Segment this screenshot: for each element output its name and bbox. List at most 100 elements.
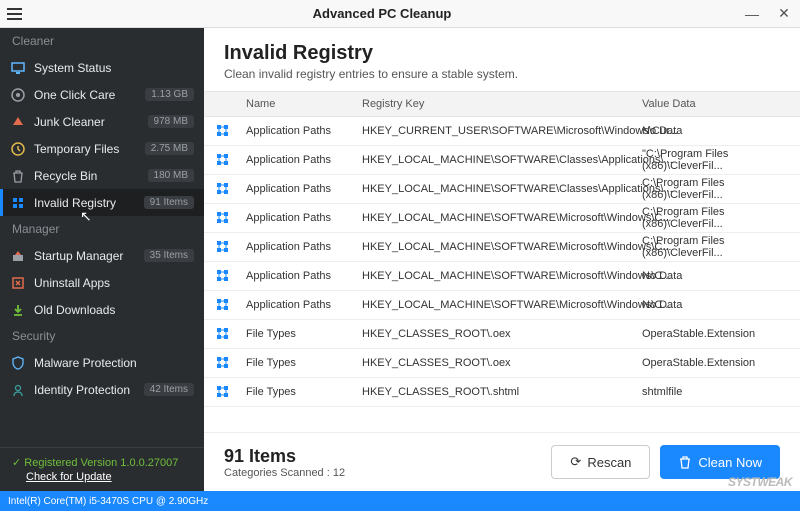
row-name: Application Paths bbox=[242, 212, 362, 224]
row-key: HKEY_CLASSES_ROOT\.oex bbox=[362, 328, 642, 340]
sidebar-badge: 180 MB bbox=[148, 169, 194, 182]
page-subtitle: Clean invalid registry entries to ensure… bbox=[224, 67, 780, 81]
sidebar-item-identity-protection[interactable]: Identity Protection 42 Items bbox=[0, 376, 204, 403]
registry-icon bbox=[10, 195, 26, 211]
check-icon: ✓ bbox=[12, 457, 21, 469]
sidebar-item-label: Invalid Registry bbox=[34, 196, 144, 210]
sidebar-badge: 42 Items bbox=[144, 383, 194, 396]
items-count: 91 Items bbox=[224, 446, 541, 467]
table-row[interactable]: Application PathsHKEY_CURRENT_USER\SOFTW… bbox=[204, 117, 800, 146]
table-row[interactable]: File TypesHKEY_CLASSES_ROOT\.oexOperaSta… bbox=[204, 320, 800, 349]
sidebar-item-invalid-registry[interactable]: Invalid Registry 91 Items bbox=[0, 189, 204, 216]
row-value: C:\Program Files (x86)\CleverFil... bbox=[642, 206, 800, 230]
close-button[interactable]: ✕ bbox=[768, 0, 800, 28]
sidebar-badge: 2.75 MB bbox=[145, 142, 194, 155]
row-value: OperaStable.Extension bbox=[642, 357, 800, 369]
registry-row-icon bbox=[216, 269, 230, 283]
clock-icon bbox=[10, 141, 26, 157]
row-key: HKEY_LOCAL_MACHINE\SOFTWARE\Microsoft\Wi… bbox=[362, 241, 642, 253]
row-key: HKEY_LOCAL_MACHINE\SOFTWARE\Microsoft\Wi… bbox=[362, 270, 642, 282]
row-value: No Data bbox=[642, 270, 800, 282]
sidebar-item-malware-protection[interactable]: Malware Protection bbox=[0, 349, 204, 376]
row-name: File Types bbox=[242, 386, 362, 398]
row-name: File Types bbox=[242, 328, 362, 340]
clean-now-button[interactable]: Clean Now bbox=[660, 445, 780, 479]
sidebar-item-uninstall-apps[interactable]: Uninstall Apps bbox=[0, 269, 204, 296]
minimize-button[interactable]: — bbox=[736, 0, 768, 28]
sidebar-item-label: Junk Cleaner bbox=[34, 115, 148, 129]
sidebar-item-old-downloads[interactable]: Old Downloads bbox=[0, 296, 204, 323]
junk-icon bbox=[10, 114, 26, 130]
row-key: HKEY_CURRENT_USER\SOFTWARE\Microsoft\Win… bbox=[362, 125, 642, 137]
col-value: Value Data bbox=[642, 98, 800, 110]
trash-icon bbox=[678, 455, 692, 469]
table-row[interactable]: Application PathsHKEY_LOCAL_MACHINE\SOFT… bbox=[204, 291, 800, 320]
sidebar-item-one-click-care[interactable]: One Click Care 1.13 GB bbox=[0, 81, 204, 108]
identity-icon bbox=[10, 382, 26, 398]
titlebar: Advanced PC Cleanup — ✕ bbox=[0, 0, 800, 28]
registry-row-icon bbox=[216, 356, 230, 370]
sidebar-badge: 1.13 GB bbox=[145, 88, 194, 101]
sidebar-item-label: Temporary Files bbox=[34, 142, 145, 156]
registry-row-icon bbox=[216, 240, 230, 254]
hamburger-menu-icon[interactable] bbox=[0, 8, 28, 20]
download-icon bbox=[10, 302, 26, 318]
registry-row-icon bbox=[216, 153, 230, 167]
table-row[interactable]: Application PathsHKEY_LOCAL_MACHINE\SOFT… bbox=[204, 175, 800, 204]
table-row[interactable]: File TypesHKEY_CLASSES_ROOT\.shtmlshtmlf… bbox=[204, 378, 800, 407]
row-key: HKEY_LOCAL_MACHINE\SOFTWARE\Microsoft\Wi… bbox=[362, 299, 642, 311]
section-security: Security bbox=[0, 323, 204, 349]
sidebar-item-junk-cleaner[interactable]: Junk Cleaner 978 MB bbox=[0, 108, 204, 135]
row-name: Application Paths bbox=[242, 125, 362, 137]
row-key: HKEY_LOCAL_MACHINE\SOFTWARE\Microsoft\Wi… bbox=[362, 212, 642, 224]
sidebar-badge: 91 Items bbox=[144, 196, 194, 209]
registration-info: ✓ Registered Version 1.0.0.27007 Check f… bbox=[0, 447, 204, 491]
section-cleaner: Cleaner bbox=[0, 28, 204, 54]
row-key: HKEY_LOCAL_MACHINE\SOFTWARE\Classes\Appl… bbox=[362, 183, 642, 195]
table-row[interactable]: Application PathsHKEY_LOCAL_MACHINE\SOFT… bbox=[204, 233, 800, 262]
registry-row-icon bbox=[216, 327, 230, 341]
row-value: No Data bbox=[642, 125, 800, 137]
sidebar-item-label: System Status bbox=[34, 61, 194, 75]
sidebar-item-label: Uninstall Apps bbox=[34, 276, 194, 290]
app-title: Advanced PC Cleanup bbox=[28, 6, 736, 21]
shield-icon bbox=[10, 355, 26, 371]
registry-row-icon bbox=[216, 124, 230, 138]
table-row[interactable]: File TypesHKEY_CLASSES_ROOT\.oexOperaSta… bbox=[204, 349, 800, 378]
table-row[interactable]: Application PathsHKEY_LOCAL_MACHINE\SOFT… bbox=[204, 204, 800, 233]
sidebar-item-label: Identity Protection bbox=[34, 383, 144, 397]
sidebar-item-label: One Click Care bbox=[34, 88, 145, 102]
disc-icon bbox=[10, 87, 26, 103]
registry-row-icon bbox=[216, 385, 230, 399]
statusbar: Intel(R) Core(TM) i5-3470S CPU @ 2.90GHz bbox=[0, 491, 800, 511]
check-update-link[interactable]: Check for Update bbox=[26, 471, 192, 483]
sidebar-item-startup-manager[interactable]: Startup Manager 35 Items bbox=[0, 242, 204, 269]
table-body[interactable]: Application PathsHKEY_CURRENT_USER\SOFTW… bbox=[204, 117, 800, 432]
sidebar-item-recycle-bin[interactable]: Recycle Bin 180 MB bbox=[0, 162, 204, 189]
sidebar-badge: 35 Items bbox=[144, 249, 194, 262]
section-manager: Manager bbox=[0, 216, 204, 242]
sidebar-item-label: Malware Protection bbox=[34, 356, 194, 370]
table-row[interactable]: Application PathsHKEY_LOCAL_MACHINE\SOFT… bbox=[204, 262, 800, 291]
row-value: OperaStable.Extension bbox=[642, 328, 800, 340]
row-name: Application Paths bbox=[242, 183, 362, 195]
cpu-info: Intel(R) Core(TM) i5-3470S CPU @ 2.90GHz bbox=[8, 496, 208, 507]
sidebar-item-temporary-files[interactable]: Temporary Files 2.75 MB bbox=[0, 135, 204, 162]
row-value: C:\Program Files (x86)\CleverFil... bbox=[642, 235, 800, 259]
table-header: Name Registry Key Value Data bbox=[204, 91, 800, 117]
trash-icon bbox=[10, 168, 26, 184]
rescan-button[interactable]: ⟳ Rescan bbox=[551, 445, 650, 479]
sidebar-item-system-status[interactable]: System Status bbox=[0, 54, 204, 81]
sidebar-item-label: Old Downloads bbox=[34, 303, 194, 317]
startup-icon bbox=[10, 248, 26, 264]
row-key: HKEY_LOCAL_MACHINE\SOFTWARE\Classes\Appl… bbox=[362, 154, 642, 166]
main-panel: Invalid Registry Clean invalid registry … bbox=[204, 28, 800, 491]
watermark: SYSTWEAK bbox=[728, 475, 792, 489]
registry-row-icon bbox=[216, 211, 230, 225]
registry-row-icon bbox=[216, 182, 230, 196]
page-title: Invalid Registry bbox=[224, 42, 780, 65]
sidebar-item-label: Startup Manager bbox=[34, 249, 144, 263]
table-row[interactable]: Application PathsHKEY_LOCAL_MACHINE\SOFT… bbox=[204, 146, 800, 175]
row-value: C:\Program Files (x86)\CleverFil... bbox=[642, 177, 800, 201]
row-name: Application Paths bbox=[242, 299, 362, 311]
